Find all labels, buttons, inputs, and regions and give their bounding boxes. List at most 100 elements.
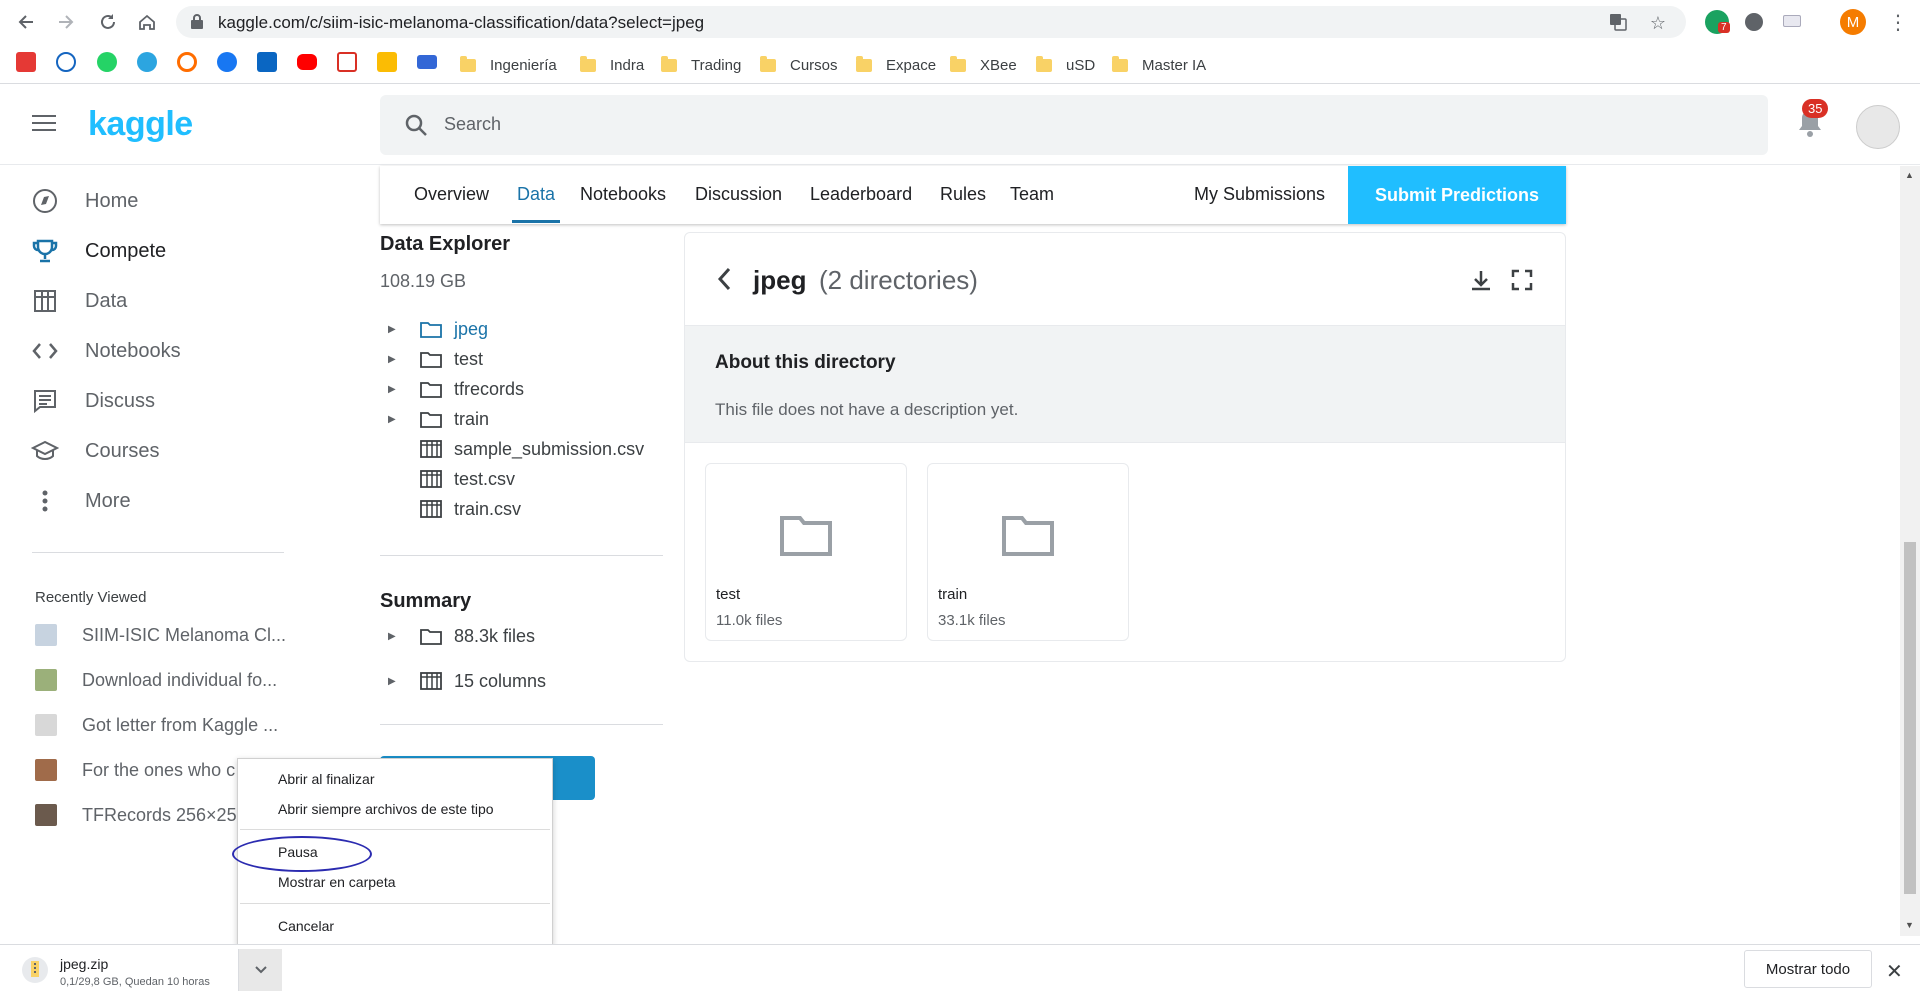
profile-avatar[interactable]: M — [1840, 9, 1866, 35]
linkedin-icon[interactable] — [257, 52, 277, 72]
tab-leaderboard[interactable]: Leaderboard — [810, 184, 912, 205]
bookmark-folder[interactable]: Indra — [580, 54, 644, 76]
download-icon[interactable] — [1469, 269, 1493, 293]
download-shelf: jpeg.zip 0,1/29,8 GB, Quedan 10 horas Mo… — [0, 944, 1920, 1000]
sidebar-item-discuss[interactable]: Discuss — [30, 381, 155, 421]
sidebar-item-notebooks[interactable]: Notebooks — [30, 331, 181, 371]
tree-item-file[interactable]: test.csv — [388, 465, 515, 493]
page-scrollbar[interactable]: ▲ ▼ — [1900, 166, 1920, 936]
table-icon — [420, 500, 442, 518]
scroll-up-arrow-icon[interactable]: ▲ — [1905, 170, 1914, 180]
folder-icon — [760, 55, 776, 72]
tree-item-folder[interactable]: ▶ test — [388, 345, 483, 373]
telegram-icon[interactable] — [137, 52, 157, 72]
sidebar-item-courses[interactable]: Courses — [30, 431, 159, 471]
folder-icon — [856, 55, 872, 72]
browser-toolbar: kaggle.com/c/siim-isic-melanoma-classifi… — [0, 0, 1920, 44]
bookmark-folder[interactable]: Expace — [856, 54, 936, 76]
expand-caret-icon[interactable]: ▶ — [388, 384, 402, 395]
sidebar-item-home[interactable]: Home — [30, 181, 138, 221]
bookmark-folder[interactable]: XBee — [950, 54, 1017, 76]
tab-notebooks[interactable]: Notebooks — [580, 184, 666, 205]
bookmark-app-icon[interactable] — [417, 55, 437, 69]
directory-card[interactable]: train 33.1k files — [927, 463, 1129, 641]
tree-item-file[interactable]: train.csv — [388, 495, 521, 523]
gmail-icon[interactable] — [337, 52, 357, 72]
bookmark-folder[interactable]: uSD — [1036, 54, 1095, 76]
tab-team[interactable]: Team — [1010, 184, 1054, 205]
sidebar-item-more[interactable]: More — [30, 481, 131, 521]
expand-caret-icon[interactable]: ▶ — [388, 414, 402, 425]
download-menu-button[interactable] — [238, 949, 282, 991]
close-icon[interactable]: ✕ — [1886, 959, 1903, 984]
kaggle-logo[interactable]: kaggle — [88, 105, 193, 144]
recent-item[interactable]: TFRecords 256×25 — [35, 800, 237, 830]
recent-item-label: TFRecords 256×25 — [82, 804, 237, 825]
tab-overview[interactable]: Overview — [414, 184, 489, 205]
tree-item-folder[interactable]: ▶ jpeg — [388, 315, 488, 343]
notification-count-badge: 35 — [1802, 99, 1829, 118]
whatsapp-icon[interactable] — [97, 52, 117, 72]
scroll-down-arrow-icon[interactable]: ▼ — [1905, 920, 1914, 930]
bookmark-app-icon[interactable] — [56, 52, 76, 72]
reload-icon[interactable] — [96, 10, 120, 34]
translate-icon[interactable] — [1608, 13, 1628, 33]
download-file-name[interactable]: jpeg.zip — [60, 956, 108, 972]
summary-item[interactable]: ▶ 88.3k files — [388, 622, 535, 650]
address-bar[interactable]: kaggle.com/c/siim-isic-melanoma-classifi… — [176, 6, 1686, 38]
extension-flag-icon[interactable] — [1783, 15, 1801, 27]
menu-item-cancel[interactable]: Cancelar — [278, 918, 334, 934]
back-arrow-icon[interactable] — [14, 10, 38, 34]
tab-rules[interactable]: Rules — [940, 184, 986, 205]
recent-item[interactable]: SIIM-ISIC Melanoma Cl... — [35, 620, 286, 650]
table-icon — [30, 286, 60, 316]
show-all-downloads-button[interactable]: Mostrar todo — [1744, 950, 1872, 988]
scrollbar-thumb[interactable] — [1904, 542, 1916, 894]
bookmark-app-icon[interactable] — [377, 52, 397, 72]
home-icon[interactable] — [135, 10, 159, 34]
star-icon[interactable]: ☆ — [1648, 13, 1668, 33]
expand-caret-icon[interactable]: ▶ — [388, 354, 402, 365]
url-text[interactable]: kaggle.com/c/siim-isic-melanoma-classifi… — [218, 13, 704, 33]
tab-discussion[interactable]: Discussion — [695, 184, 782, 205]
forward-arrow-icon[interactable] — [54, 10, 78, 34]
sidebar-item-data[interactable]: Data — [30, 281, 127, 321]
expand-caret-icon[interactable]: ▶ — [388, 676, 402, 687]
bookmark-label: Master IA — [1142, 56, 1207, 74]
sidebar-divider — [32, 552, 284, 553]
folder-icon — [780, 516, 832, 556]
tree-item-folder[interactable]: ▶ train — [388, 405, 489, 433]
youtube-icon[interactable] — [297, 54, 317, 70]
bookmark-app-icon[interactable] — [16, 52, 36, 72]
tree-item-folder[interactable]: ▶ tfrecords — [388, 375, 524, 403]
directory-card[interactable]: test 11.0k files — [705, 463, 907, 641]
recent-item[interactable]: Download individual fo... — [35, 665, 277, 695]
extension-circle-icon[interactable] — [1745, 13, 1763, 31]
sidebar-item-compete[interactable]: Compete — [30, 231, 166, 271]
menu-item-open-when-done[interactable]: Abrir al finalizar — [278, 771, 374, 787]
expand-caret-icon[interactable]: ▶ — [388, 631, 402, 642]
fullscreen-icon[interactable] — [1511, 269, 1533, 291]
recent-item[interactable]: Got letter from Kaggle ... — [35, 710, 278, 740]
menu-item-always-open[interactable]: Abrir siempre archivos de este tipo — [278, 801, 494, 817]
bookmark-folder[interactable]: Master IA — [1112, 54, 1206, 76]
bookmark-folder[interactable]: Ingeniería — [460, 54, 557, 76]
search-input[interactable]: Search — [380, 95, 1768, 155]
bookmark-app-icon[interactable] — [177, 52, 197, 72]
my-submissions-link[interactable]: My Submissions — [1194, 184, 1325, 205]
expand-caret-icon[interactable]: ▶ — [388, 324, 402, 335]
menu-item-show-in-folder[interactable]: Mostrar en carpeta — [278, 874, 396, 890]
user-avatar[interactable] — [1856, 105, 1900, 149]
submit-predictions-button[interactable]: Submit Predictions — [1348, 166, 1566, 224]
tree-item-file[interactable]: sample_submission.csv — [388, 435, 644, 463]
bookmark-folder[interactable]: Trading — [661, 54, 741, 76]
bookmark-folder[interactable]: Cursos — [760, 54, 838, 76]
browser-menu-icon[interactable]: ⋮ — [1888, 10, 1908, 35]
summary-item[interactable]: ▶ 15 columns — [388, 667, 546, 695]
hamburger-menu-icon[interactable] — [32, 115, 56, 133]
back-chevron-icon[interactable] — [715, 265, 735, 293]
tab-data[interactable]: Data — [517, 184, 555, 205]
recent-item[interactable]: For the ones who c — [35, 755, 235, 785]
facebook-icon[interactable] — [217, 52, 237, 72]
comment-icon — [30, 386, 60, 416]
